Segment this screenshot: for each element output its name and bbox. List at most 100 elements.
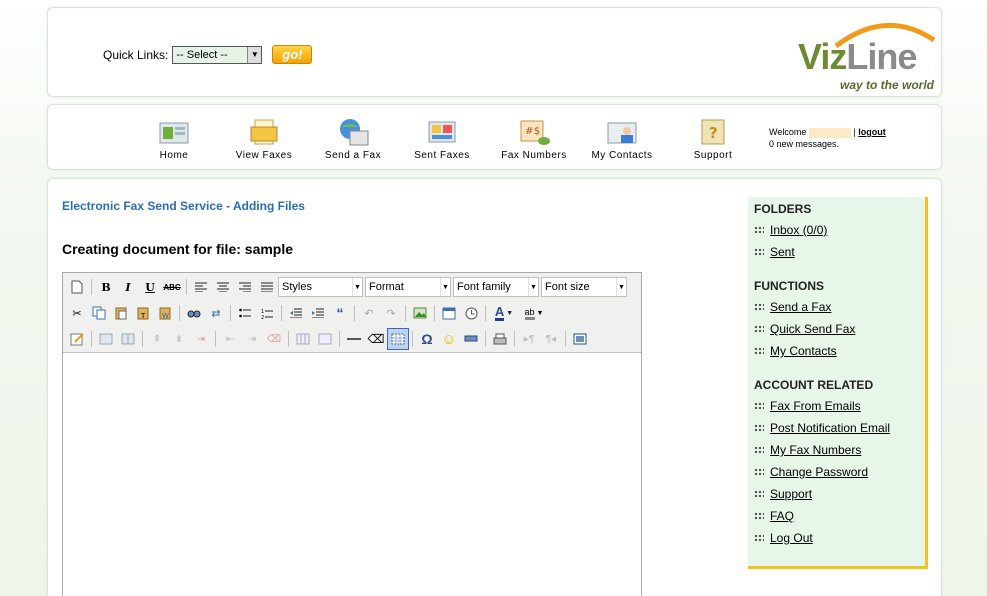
sidebar-item-my-contacts[interactable]: My Contacts [754,340,925,362]
replace-icon[interactable]: ⇄ [205,302,227,324]
ltr-icon[interactable]: ▸¶ [518,328,540,350]
grip-icon [754,490,764,498]
highlight-color-icon[interactable]: ab ▼ [519,302,549,324]
editor-content-area[interactable] [63,353,641,596]
table-cell-props-icon[interactable] [117,328,139,350]
chevron-down-icon: ▼ [247,46,262,63]
sidebar-item-label[interactable]: Fax From Emails [770,399,861,413]
insert-col-after-icon[interactable]: ⇥ [241,328,263,350]
rich-text-editor: B I U ABC Styles ▼ Format ▼ Font family ▼ F… [62,272,642,596]
blockquote-icon[interactable]: “ [329,302,351,324]
sidebar-item-label[interactable]: Change Password [770,465,868,479]
bullet-list-icon[interactable] [234,302,256,324]
nav-support[interactable]: ? Support [673,117,753,161]
emoticons-icon[interactable]: ☺ [438,328,460,350]
merge-cells-icon[interactable] [314,328,336,350]
sidebar-item-label[interactable]: Inbox (0/0) [770,223,827,237]
quick-links-select[interactable]: -- Select -- ▼ [172,45,263,64]
sidebar-item-my-fax-numbers[interactable]: My Fax Numbers [754,439,925,461]
sidebar-item-label[interactable]: Support [770,487,812,501]
print-icon[interactable] [489,328,511,350]
italic-icon[interactable]: I [117,276,139,298]
numbered-list-icon[interactable]: 12 [256,302,278,324]
insert-row-before-icon[interactable]: ⇞ [146,328,168,350]
special-char-icon[interactable]: Ω [416,328,438,350]
insert-time-icon[interactable] [460,302,482,324]
svg-text:T: T [140,312,146,320]
styles-dropdown[interactable]: Styles ▼ [278,277,363,297]
insert-date-icon[interactable] [438,302,460,324]
nav-view-faxes-label: View Faxes [235,150,293,161]
sidebar-item-label[interactable]: Post Notification Email [770,421,890,435]
cut-icon[interactable]: ✂ [66,302,88,324]
underline-icon[interactable]: U [139,276,161,298]
svg-text:?: ? [709,124,718,142]
rtl-icon[interactable]: ¶◂ [540,328,562,350]
sidebar-item-label[interactable]: My Fax Numbers [770,443,861,457]
align-justify-icon[interactable] [256,276,278,298]
sidebar-item-label[interactable]: My Contacts [770,344,837,358]
format-dropdown[interactable]: Format ▼ [365,277,451,297]
nav-sent-faxes[interactable]: Sent Faxes [402,117,482,161]
redo-icon[interactable]: ↷ [380,302,402,324]
sidebar-item-log-out[interactable]: Log Out [754,527,925,549]
fullscreen-icon[interactable] [569,328,591,350]
nav-fax-numbers[interactable]: #$ Fax Numbers [494,117,574,161]
logout-link[interactable]: logout [858,127,886,137]
outdent-icon[interactable] [285,302,307,324]
vizline-logo[interactable]: VizLine way to the world [796,16,941,92]
insert-image-icon[interactable] [409,302,431,324]
sidebar-item-label[interactable]: Quick Send Fax [770,322,855,336]
bold-icon[interactable]: B [95,276,117,298]
sidebar-item-fax-from-emails[interactable]: Fax From Emails [754,395,925,417]
sidebar-item-change-password[interactable]: Change Password [754,461,925,483]
strikethrough-icon[interactable]: ABC [161,276,183,298]
nav-send-fax[interactable]: Send a Fax [313,117,393,161]
nav-home[interactable]: Home [134,117,214,161]
folders-heading: FOLDERS [754,202,812,216]
nav-view-faxes[interactable]: View Faxes [224,117,304,161]
paste-icon[interactable] [110,302,132,324]
insert-row-after-icon[interactable]: ⇟ [168,328,190,350]
paste-word-icon[interactable]: W [154,302,176,324]
font-size-dropdown[interactable]: Font size ▼ [541,277,627,297]
delete-row-icon[interactable]: ⇥ [190,328,212,350]
sent-faxes-icon [425,117,459,147]
sidebar-item-sent[interactable]: Sent [754,241,925,263]
new-document-icon[interactable] [66,276,88,298]
find-icon[interactable] [183,302,205,324]
font-family-dropdown[interactable]: Font family ▼ [453,277,539,297]
align-center-icon[interactable] [212,276,234,298]
sidebar-item-faq[interactable]: FAQ [754,505,925,527]
quick-links-label: Quick Links: [103,47,169,62]
sidebar-item-label[interactable]: FAQ [770,509,794,523]
edit-source-icon[interactable] [66,328,88,350]
indent-icon[interactable] [307,302,329,324]
undo-icon[interactable]: ↶ [358,302,380,324]
paste-text-icon[interactable]: T [132,302,154,324]
align-left-icon[interactable] [190,276,212,298]
sidebar-item-label[interactable]: Log Out [770,531,813,545]
sidebar-item-send-fax[interactable]: Send a Fax [754,296,925,318]
table-row-props-icon[interactable] [95,328,117,350]
sidebar-item-quick-send-fax[interactable]: Quick Send Fax [754,318,925,340]
insert-col-before-icon[interactable]: ⇤ [219,328,241,350]
align-right-icon[interactable] [234,276,256,298]
sidebar-item-support[interactable]: Support [754,483,925,505]
horizontal-rule-icon[interactable] [343,328,365,350]
text-color-icon[interactable]: A ▼ [489,302,519,324]
go-button[interactable]: go! [272,45,313,64]
sidebar-item-post-notification-email[interactable]: Post Notification Email [754,417,925,439]
sidebar-item-inbox[interactable]: Inbox (0/0) [754,219,925,241]
nav-my-contacts[interactable]: My Contacts [582,117,662,161]
visual-aid-icon[interactable] [387,328,409,350]
media-icon[interactable] [460,328,482,350]
username-redacted [808,127,851,138]
sidebar-item-label[interactable]: Send a Fax [770,300,831,314]
remove-format-icon[interactable]: ⌫ [365,328,387,350]
new-messages: 0 new messages. [769,139,840,149]
split-cells-icon[interactable] [292,328,314,350]
copy-icon[interactable] [88,302,110,324]
sidebar-item-label[interactable]: Sent [770,245,795,259]
delete-col-icon[interactable]: ⌫ [263,328,285,350]
